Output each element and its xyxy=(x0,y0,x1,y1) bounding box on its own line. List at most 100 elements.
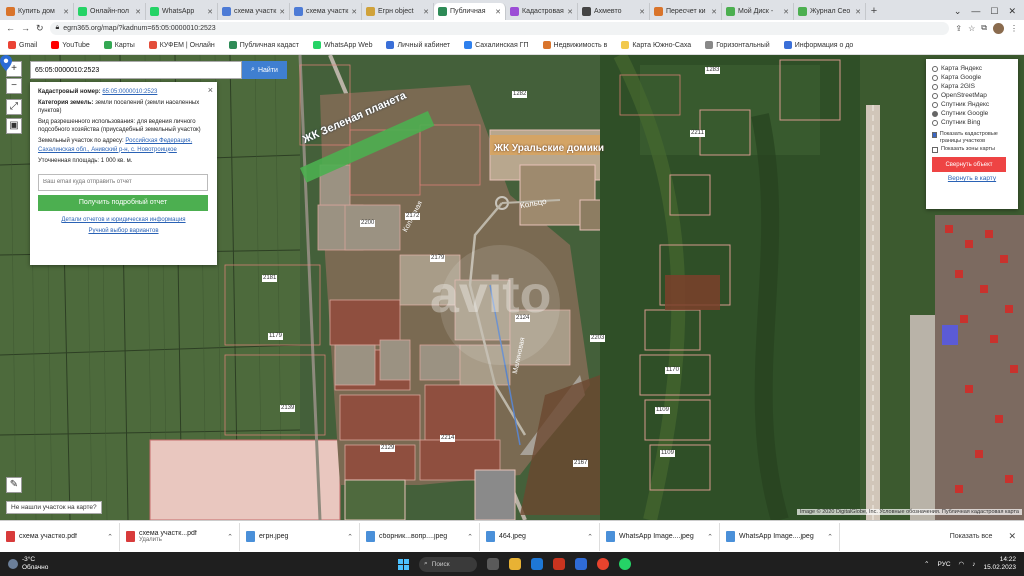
zoom-out-button[interactable]: − xyxy=(6,78,22,94)
tab-10[interactable]: Мой Диск - ✕ xyxy=(722,3,794,20)
layer-option-3[interactable]: OpenStreetMap xyxy=(932,91,1012,100)
chevron-up-icon[interactable]: ⌃ xyxy=(587,533,593,541)
show-all-downloads-button[interactable]: Показать все xyxy=(942,533,1001,540)
layer-option-6[interactable]: Спутник Bing xyxy=(932,118,1012,127)
download-item[interactable]: егрн.jpeg ⌃ xyxy=(240,522,360,551)
bookmark-9[interactable]: Карта Южно-Саха xyxy=(621,41,691,49)
report-details-link[interactable]: Детали отчетов и юридическая информация xyxy=(61,217,185,223)
close-tab-icon[interactable]: ✕ xyxy=(279,8,285,16)
tab-4[interactable]: схема участк ✕ xyxy=(290,3,362,20)
close-tab-icon[interactable]: ✕ xyxy=(351,8,357,16)
close-tab-icon[interactable]: ✕ xyxy=(495,8,501,16)
print-icon[interactable]: ▣ xyxy=(6,118,22,134)
location-pin-icon[interactable] xyxy=(0,55,12,71)
bookmark-2[interactable]: Карты xyxy=(103,41,135,49)
tab-5[interactable]: Егрн object ✕ xyxy=(362,3,434,20)
forward-icon[interactable]: → xyxy=(21,23,30,33)
close-tab-icon[interactable]: ✕ xyxy=(855,8,861,16)
close-tab-icon[interactable]: ✕ xyxy=(711,8,717,16)
order-report-button[interactable]: Получить подробный отчет xyxy=(38,194,208,211)
chevron-up-icon[interactable]: ⌃ xyxy=(827,533,833,541)
bookmark-7[interactable]: Сахалинская ГП xyxy=(464,41,529,49)
close-tab-icon[interactable]: ✕ xyxy=(207,8,213,16)
tab-11[interactable]: Журнал Сео ✕ xyxy=(794,3,866,20)
bookmark-4[interactable]: Публичная кадаст xyxy=(228,41,299,49)
speaker-icon[interactable]: ♪ xyxy=(972,561,975,568)
windows-start-icon[interactable] xyxy=(398,558,409,570)
close-tab-icon[interactable]: ✕ xyxy=(783,8,789,16)
close-icon[interactable]: ✕ xyxy=(1000,531,1024,542)
search-button[interactable]: ⌕ Найти xyxy=(242,61,287,79)
close-tab-icon[interactable]: ✕ xyxy=(639,8,645,16)
tab-2[interactable]: WhatsApp ✕ xyxy=(146,3,218,20)
layer-option-2[interactable]: Карта 2GIS xyxy=(932,82,1012,91)
edit-icon[interactable]: ✎ xyxy=(6,477,22,493)
cadastral-search-input[interactable] xyxy=(30,61,242,79)
chrome-icon[interactable] xyxy=(597,558,609,570)
tab-7[interactable]: Кадастровая ✕ xyxy=(506,3,578,20)
cadastral-bounds-toggle[interactable]: Показать кадастровые границы участков xyxy=(932,131,1012,145)
wifi-icon[interactable]: ◠ xyxy=(959,560,965,568)
bookmark-10[interactable]: Горизонтальный xyxy=(705,41,770,49)
close-icon[interactable]: × xyxy=(208,84,213,96)
star-icon[interactable]: ☆ xyxy=(968,24,975,33)
download-item[interactable]: WhatsApp Image....jpeg ⌃ xyxy=(600,522,720,551)
chevron-up-icon[interactable]: ⌃ xyxy=(707,533,713,541)
manual-choice-link[interactable]: Ручной выбор вариантов xyxy=(88,228,158,234)
download-item[interactable]: WhatsApp Image....jpeg ⌃ xyxy=(720,522,840,551)
layer-option-5[interactable]: Спутник Google xyxy=(932,109,1012,118)
bookmark-11[interactable]: Информация о до xyxy=(783,41,853,49)
bookmark-1[interactable]: YouTube xyxy=(51,41,90,49)
whatsapp-icon[interactable] xyxy=(619,558,631,570)
weather-widget[interactable]: -3°C Облачно xyxy=(0,556,90,572)
tab-0[interactable]: Купить дом ✕ xyxy=(2,3,74,20)
store-icon[interactable] xyxy=(575,558,587,570)
language-indicator[interactable]: РУС xyxy=(938,561,951,568)
clock[interactable]: 14:22 15.02.2023 xyxy=(983,556,1016,572)
url-field[interactable]: 🔒︎ egrn365.org/map/?kadnum=65:05:0000010… xyxy=(49,21,950,35)
bookmark-3[interactable]: КУФЕМ | Онлайн xyxy=(148,41,215,49)
close-tab-icon[interactable]: ✕ xyxy=(135,8,141,16)
collapse-object-button[interactable]: Свернуть объект xyxy=(932,157,1006,172)
bookmark-8[interactable]: Недвижимость в xyxy=(542,41,607,49)
zones-toggle[interactable]: Показать зоны карты xyxy=(932,145,1012,154)
map-area[interactable]: ЖК Зеленая планета ЖК Уральские домики К… xyxy=(0,55,1024,520)
close-icon[interactable]: ✕ xyxy=(1008,6,1016,17)
not-found-prompt[interactable]: Не нашли участок на карте? xyxy=(6,501,102,514)
minimize-icon[interactable]: — xyxy=(971,6,980,16)
chevron-up-icon[interactable]: ⌃ xyxy=(467,533,473,541)
maximize-icon[interactable]: ☐ xyxy=(990,6,998,17)
chevron-up-icon[interactable]: ⌃ xyxy=(924,560,929,568)
bookmark-5[interactable]: WhatsApp Web xyxy=(312,41,372,49)
task-view-icon[interactable] xyxy=(487,558,499,570)
taskbar-search[interactable]: ⌕ Поиск xyxy=(419,556,477,572)
reload-icon[interactable]: ↻ xyxy=(36,23,44,34)
share-icon[interactable]: ⇪ xyxy=(955,24,962,33)
download-item[interactable]: схема участк...pdf Удалить ⌃ xyxy=(120,522,240,551)
tab-1[interactable]: Онлайн-пол ✕ xyxy=(74,3,146,20)
menu-icon[interactable]: ⋮ xyxy=(1010,24,1018,33)
ruler-icon[interactable]: ⤢ xyxy=(6,99,22,115)
file-explorer-icon[interactable] xyxy=(509,558,521,570)
office-icon[interactable] xyxy=(553,558,565,570)
chevron-up-icon[interactable]: ⌃ xyxy=(107,533,113,541)
layer-option-4[interactable]: Спутник Яндекс xyxy=(932,100,1012,109)
chevron-up-icon[interactable]: ⌃ xyxy=(347,533,353,541)
layer-option-1[interactable]: Карта Google xyxy=(932,73,1012,82)
download-item[interactable]: 464.jpeg ⌃ xyxy=(480,522,600,551)
new-tab-button[interactable]: + xyxy=(866,3,882,20)
download-item[interactable]: схема участко.pdf ⌃ xyxy=(0,522,120,551)
tab-8[interactable]: Ахмевто ✕ xyxy=(578,3,650,20)
tab-6[interactable]: Публичная ✕ xyxy=(434,3,506,20)
extensions-icon[interactable]: ⧉ xyxy=(981,23,987,33)
cad-number-link[interactable]: 65:05:0000010:2523 xyxy=(102,89,157,95)
download-item[interactable]: сборник...вопр....jpeg ⌃ xyxy=(360,522,480,551)
email-field[interactable] xyxy=(38,173,208,191)
tab-3[interactable]: схема участк ✕ xyxy=(218,3,290,20)
tab-9[interactable]: Пересчет ки ✕ xyxy=(650,3,722,20)
bookmark-0[interactable]: Gmail xyxy=(8,41,37,49)
chevron-down-icon[interactable]: ⌄ xyxy=(954,6,962,17)
close-tab-icon[interactable]: ✕ xyxy=(423,8,429,16)
back-icon[interactable]: ← xyxy=(6,23,15,33)
avatar[interactable] xyxy=(993,22,1004,34)
